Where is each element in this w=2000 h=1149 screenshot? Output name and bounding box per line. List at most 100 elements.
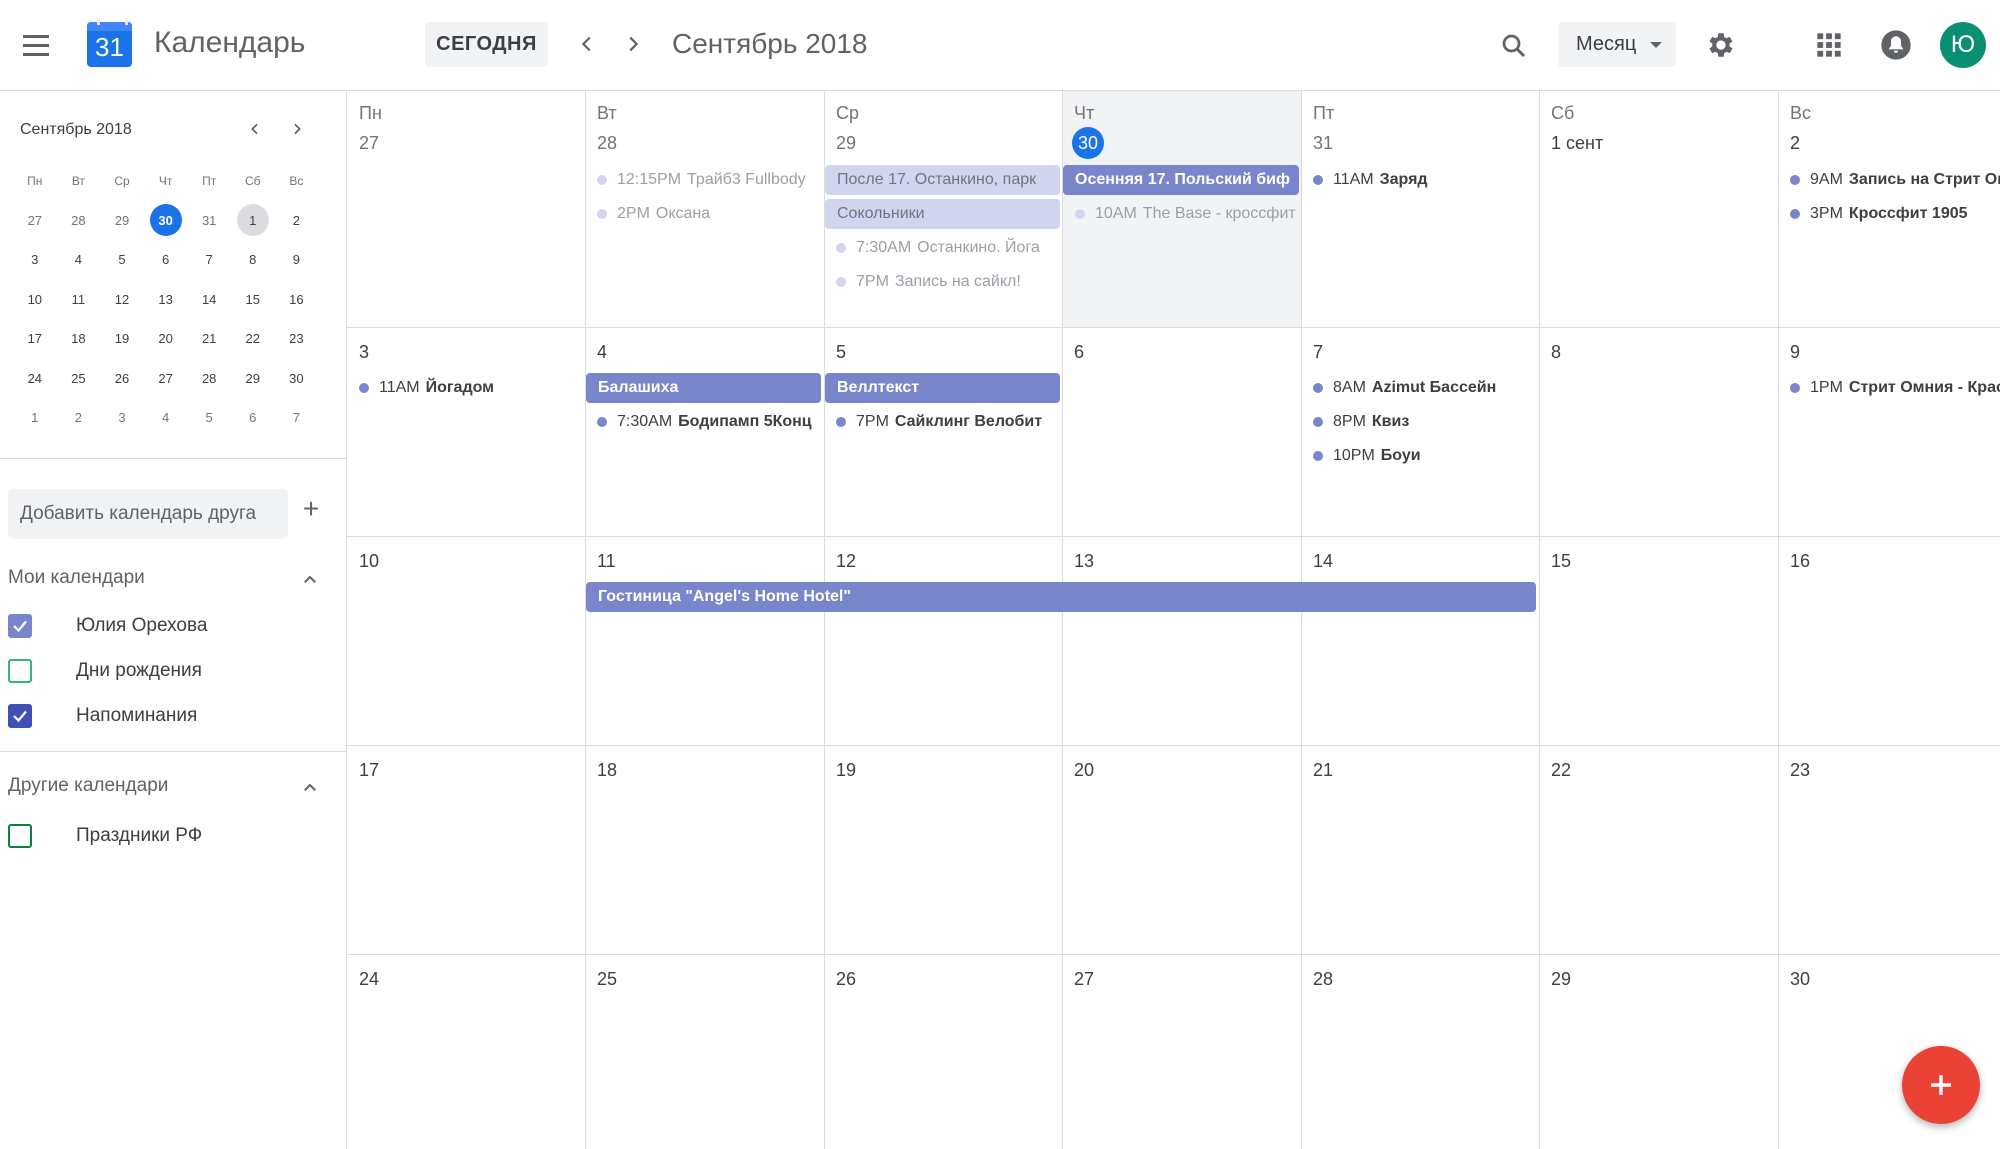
mini-day[interactable]: 23 bbox=[275, 319, 319, 359]
day-number[interactable]: 17 bbox=[359, 760, 379, 781]
other-calendars-title[interactable]: Другие календари bbox=[8, 775, 168, 797]
mini-day[interactable]: 13 bbox=[144, 280, 188, 320]
checkbox-checked-icon[interactable] bbox=[8, 614, 32, 638]
other-calendars-collapse-button[interactable] bbox=[296, 774, 324, 802]
create-event-button[interactable] bbox=[1902, 1046, 1980, 1124]
day-number[interactable]: 12 bbox=[836, 551, 856, 572]
main-menu-icon[interactable] bbox=[16, 25, 56, 65]
next-period-button[interactable] bbox=[616, 27, 650, 61]
mini-day-selected[interactable]: 1 bbox=[231, 201, 275, 241]
view-select[interactable]: Месяц bbox=[1558, 22, 1676, 67]
event-chip[interactable]: После 17. Останкино, парк bbox=[825, 165, 1060, 195]
mini-day[interactable]: 16 bbox=[275, 280, 319, 320]
mini-day-today[interactable]: 30 bbox=[144, 201, 188, 241]
my-calendars-title[interactable]: Мои календари bbox=[8, 567, 145, 589]
mini-day[interactable]: 28 bbox=[187, 359, 231, 399]
day-number[interactable]: 5 bbox=[836, 342, 846, 363]
event-item[interactable]: 10PM Боуи bbox=[1301, 441, 1538, 471]
event-chip[interactable]: Осенняя 17. Польский биф bbox=[1063, 165, 1299, 195]
event-item[interactable]: 7:30AM Останкино. Йога bbox=[824, 233, 1061, 263]
mini-day[interactable]: 12 bbox=[100, 280, 144, 320]
day-number[interactable]: 6 bbox=[1074, 342, 1084, 363]
day-number[interactable]: 13 bbox=[1074, 551, 1094, 572]
day-number[interactable]: 31 bbox=[1313, 133, 1333, 154]
event-item[interactable]: 9AM Запись на Стрит Ом bbox=[1778, 165, 2000, 195]
mini-day[interactable]: 30 bbox=[275, 359, 319, 399]
apps-button[interactable] bbox=[1807, 23, 1851, 67]
day-number[interactable]: 11 bbox=[597, 551, 616, 572]
day-number[interactable]: 14 bbox=[1313, 551, 1333, 572]
day-number[interactable]: 27 bbox=[359, 133, 379, 154]
event-item[interactable]: 7:30AM Бодипамп 5Конц bbox=[585, 407, 823, 437]
mini-day[interactable]: 28 bbox=[57, 201, 101, 241]
day-number-today[interactable]: 30 bbox=[1072, 127, 1104, 159]
calendar-item-reminders[interactable]: Напоминания bbox=[8, 698, 197, 734]
day-number[interactable]: 27 bbox=[1074, 969, 1094, 990]
mini-day[interactable]: 9 bbox=[275, 240, 319, 280]
mini-day[interactable]: 27 bbox=[144, 359, 188, 399]
day-number[interactable]: 9 bbox=[1790, 342, 1800, 363]
mini-day[interactable]: 22 bbox=[231, 319, 275, 359]
day-number[interactable]: 28 bbox=[597, 133, 617, 154]
event-item[interactable]: 7PM Запись на сайкл! bbox=[824, 267, 1061, 297]
day-number[interactable]: 19 bbox=[836, 760, 856, 781]
mini-day[interactable]: 4 bbox=[57, 240, 101, 280]
day-number[interactable]: 23 bbox=[1790, 760, 1810, 781]
mini-day[interactable]: 2 bbox=[275, 201, 319, 241]
mini-day[interactable]: 7 bbox=[187, 240, 231, 280]
event-chip-multiday[interactable]: Гостиница "Angel's Home Hotel" bbox=[586, 582, 1536, 612]
mini-day[interactable]: 6 bbox=[231, 398, 275, 438]
mini-day[interactable]: 29 bbox=[231, 359, 275, 399]
day-number[interactable]: 30 bbox=[1790, 969, 1810, 990]
day-number[interactable]: 3 bbox=[359, 342, 369, 363]
mini-day[interactable]: 2 bbox=[57, 398, 101, 438]
mini-day[interactable]: 10 bbox=[13, 280, 57, 320]
day-number[interactable]: 2 bbox=[1790, 133, 1800, 154]
mini-day[interactable]: 31 bbox=[187, 201, 231, 241]
event-item[interactable]: 11AM Заряд bbox=[1301, 165, 1538, 195]
my-calendars-collapse-button[interactable] bbox=[296, 566, 324, 594]
day-number[interactable]: 26 bbox=[836, 969, 856, 990]
mini-next-month-button[interactable] bbox=[283, 115, 311, 143]
mini-day[interactable]: 15 bbox=[231, 280, 275, 320]
mini-day[interactable]: 1 bbox=[13, 398, 57, 438]
mini-day[interactable]: 20 bbox=[144, 319, 188, 359]
day-number[interactable]: 24 bbox=[359, 969, 379, 990]
day-number[interactable]: 28 bbox=[1313, 969, 1333, 990]
checkbox-unchecked-icon[interactable] bbox=[8, 659, 32, 683]
account-avatar[interactable]: Ю bbox=[1940, 22, 1986, 68]
calendar-item-yulia[interactable]: Юлия Орехова bbox=[8, 608, 207, 644]
event-chip[interactable]: Веллтекст bbox=[825, 373, 1060, 403]
mini-day[interactable]: 25 bbox=[57, 359, 101, 399]
event-item[interactable]: 1PM Стрит Омния - Крас bbox=[1778, 373, 2000, 403]
mini-prev-month-button[interactable] bbox=[241, 115, 269, 143]
event-chip[interactable]: Балашиха bbox=[586, 373, 821, 403]
day-number[interactable]: 25 bbox=[597, 969, 617, 990]
mini-day[interactable]: 27 bbox=[13, 201, 57, 241]
event-item[interactable]: 11AM Йогадом bbox=[347, 373, 584, 403]
mini-day[interactable]: 14 bbox=[187, 280, 231, 320]
day-number[interactable]: 8 bbox=[1551, 342, 1561, 363]
add-calendar-plus-icon[interactable]: + bbox=[296, 489, 326, 529]
event-item[interactable]: 10AM The Base - кроссфит bbox=[1063, 199, 1300, 229]
settings-button[interactable] bbox=[1699, 23, 1743, 67]
add-friend-calendar-input[interactable]: Добавить календарь друга bbox=[8, 489, 288, 539]
mini-day[interactable]: 29 bbox=[100, 201, 144, 241]
mini-day[interactable]: 6 bbox=[144, 240, 188, 280]
checkbox-unchecked-icon[interactable] bbox=[8, 824, 32, 848]
event-item[interactable]: 8PM Квиз bbox=[1301, 407, 1538, 437]
event-item[interactable]: 7PM Сайклинг Велобит bbox=[824, 407, 1061, 437]
mini-day[interactable]: 7 bbox=[275, 398, 319, 438]
mini-day[interactable]: 26 bbox=[100, 359, 144, 399]
day-number[interactable]: 20 bbox=[1074, 760, 1094, 781]
event-item[interactable]: 12:15PM Трайб3 Fullbody bbox=[585, 165, 823, 195]
mini-day[interactable]: 18 bbox=[57, 319, 101, 359]
today-button[interactable]: СЕГОДНЯ bbox=[425, 22, 548, 67]
event-item[interactable]: 3PM Кроссфит 1905 bbox=[1778, 199, 2000, 229]
mini-day[interactable]: 3 bbox=[13, 240, 57, 280]
day-number[interactable]: 29 bbox=[836, 133, 856, 154]
mini-day[interactable]: 11 bbox=[57, 280, 101, 320]
notifications-button[interactable] bbox=[1874, 23, 1918, 67]
day-number[interactable]: 4 bbox=[597, 342, 607, 363]
day-number[interactable]: 21 bbox=[1313, 760, 1333, 781]
